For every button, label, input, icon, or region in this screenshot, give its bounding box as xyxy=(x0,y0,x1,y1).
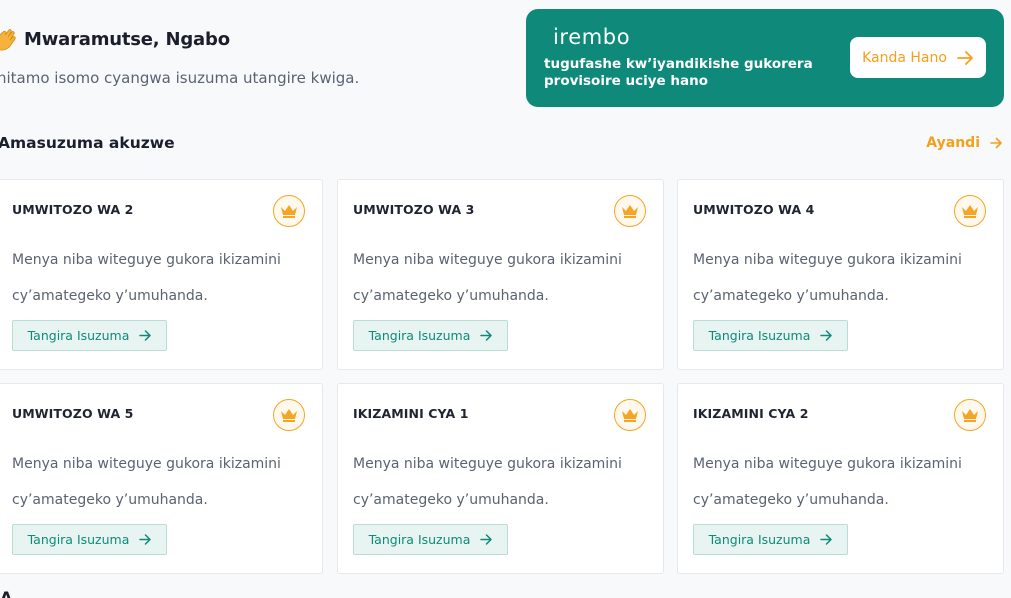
start-assessment-button[interactable]: Tangira Isuzuma xyxy=(353,320,508,351)
crown-icon xyxy=(614,399,646,431)
page-subtitle: hitamo isomo cyangwa isuzuma utangire kw… xyxy=(0,69,360,87)
crown-icon xyxy=(273,399,305,431)
arrow-right-icon xyxy=(957,50,973,65)
start-assessment-label: Tangira Isuzuma xyxy=(368,328,471,343)
card-description: Menya niba witeguye gukora ikizamini cy’… xyxy=(353,252,622,304)
kanda-hano-label: Kanda Hano xyxy=(862,49,947,66)
next-section-title: A xyxy=(0,588,13,598)
crown-icon xyxy=(954,195,986,227)
assessment-card: IKIZAMINI CYA 2 Menya niba witeguye guko… xyxy=(677,383,1004,574)
start-assessment-button[interactable]: Tangira Isuzuma xyxy=(353,524,508,555)
ayandi-label: Ayandi xyxy=(926,135,980,151)
arrow-right-icon xyxy=(480,330,493,341)
assessment-card: UMWITOZO WA 5 Menya niba witeguye gukora… xyxy=(0,383,323,574)
arrow-right-icon xyxy=(820,330,833,341)
arrow-right-icon xyxy=(480,534,493,545)
dashboard-page: Mwaramutse, Ngabo hitamo isomo cyangwa i… xyxy=(0,0,1011,598)
card-description: Menya niba witeguye gukora ikizamini cy’… xyxy=(12,252,281,304)
crown-icon xyxy=(273,195,305,227)
start-assessment-label: Tangira Isuzuma xyxy=(27,328,130,343)
start-assessment-label: Tangira Isuzuma xyxy=(708,328,811,343)
card-description: Menya niba witeguye gukora ikizamini cy’… xyxy=(12,456,281,508)
card-title: IKIZAMINI CYA 1 xyxy=(353,406,469,421)
assessment-card: UMWITOZO WA 3 Menya niba witeguye gukora… xyxy=(337,179,664,370)
start-assessment-button[interactable]: Tangira Isuzuma xyxy=(12,320,167,351)
arrow-right-icon xyxy=(990,137,1002,149)
banner-text: tugufashe kw’iyandikishe gukorera provis… xyxy=(544,56,813,89)
card-title: UMWITOZO WA 5 xyxy=(12,406,134,421)
start-assessment-label: Tangira Isuzuma xyxy=(368,532,471,547)
card-title: UMWITOZO WA 4 xyxy=(693,202,815,217)
waving-hand-icon xyxy=(0,27,20,51)
card-description: Menya niba witeguye gukora ikizamini cy’… xyxy=(693,456,962,508)
card-description: Menya niba witeguye gukora ikizamini cy’… xyxy=(693,252,962,304)
crown-icon xyxy=(954,399,986,431)
assessment-card: IKIZAMINI CYA 1 Menya niba witeguye guko… xyxy=(337,383,664,574)
card-title: IKIZAMINI CYA 2 xyxy=(693,406,809,421)
start-assessment-label: Tangira Isuzuma xyxy=(27,532,130,547)
crown-icon xyxy=(614,195,646,227)
start-assessment-label: Tangira Isuzuma xyxy=(708,532,811,547)
irembo-banner: irembo tugufashe kw’iyandikishe gukorera… xyxy=(526,9,1004,107)
card-title: UMWITOZO WA 3 xyxy=(353,202,475,217)
assessment-card: UMWITOZO WA 4 Menya niba witeguye gukora… xyxy=(677,179,1004,370)
kanda-hano-button[interactable]: Kanda Hano xyxy=(850,37,986,78)
greeting: Mwaramutse, Ngabo xyxy=(0,27,230,51)
card-description: Menya niba witeguye gukora ikizamini cy’… xyxy=(353,456,622,508)
section-title: Amasuzuma akuzwe xyxy=(0,134,175,152)
card-title: UMWITOZO WA 2 xyxy=(12,202,134,217)
ayandi-link[interactable]: Ayandi xyxy=(926,135,1002,151)
arrow-right-icon xyxy=(139,534,152,545)
start-assessment-button[interactable]: Tangira Isuzuma xyxy=(12,524,167,555)
start-assessment-button[interactable]: Tangira Isuzuma xyxy=(693,320,848,351)
start-assessment-button[interactable]: Tangira Isuzuma xyxy=(693,524,848,555)
arrow-right-icon xyxy=(139,330,152,341)
arrow-right-icon xyxy=(820,534,833,545)
greeting-text: Mwaramutse, Ngabo xyxy=(24,28,230,50)
assessment-card: UMWITOZO WA 2 Menya niba witeguye gukora… xyxy=(0,179,323,370)
irembo-logo: irembo xyxy=(553,25,631,49)
